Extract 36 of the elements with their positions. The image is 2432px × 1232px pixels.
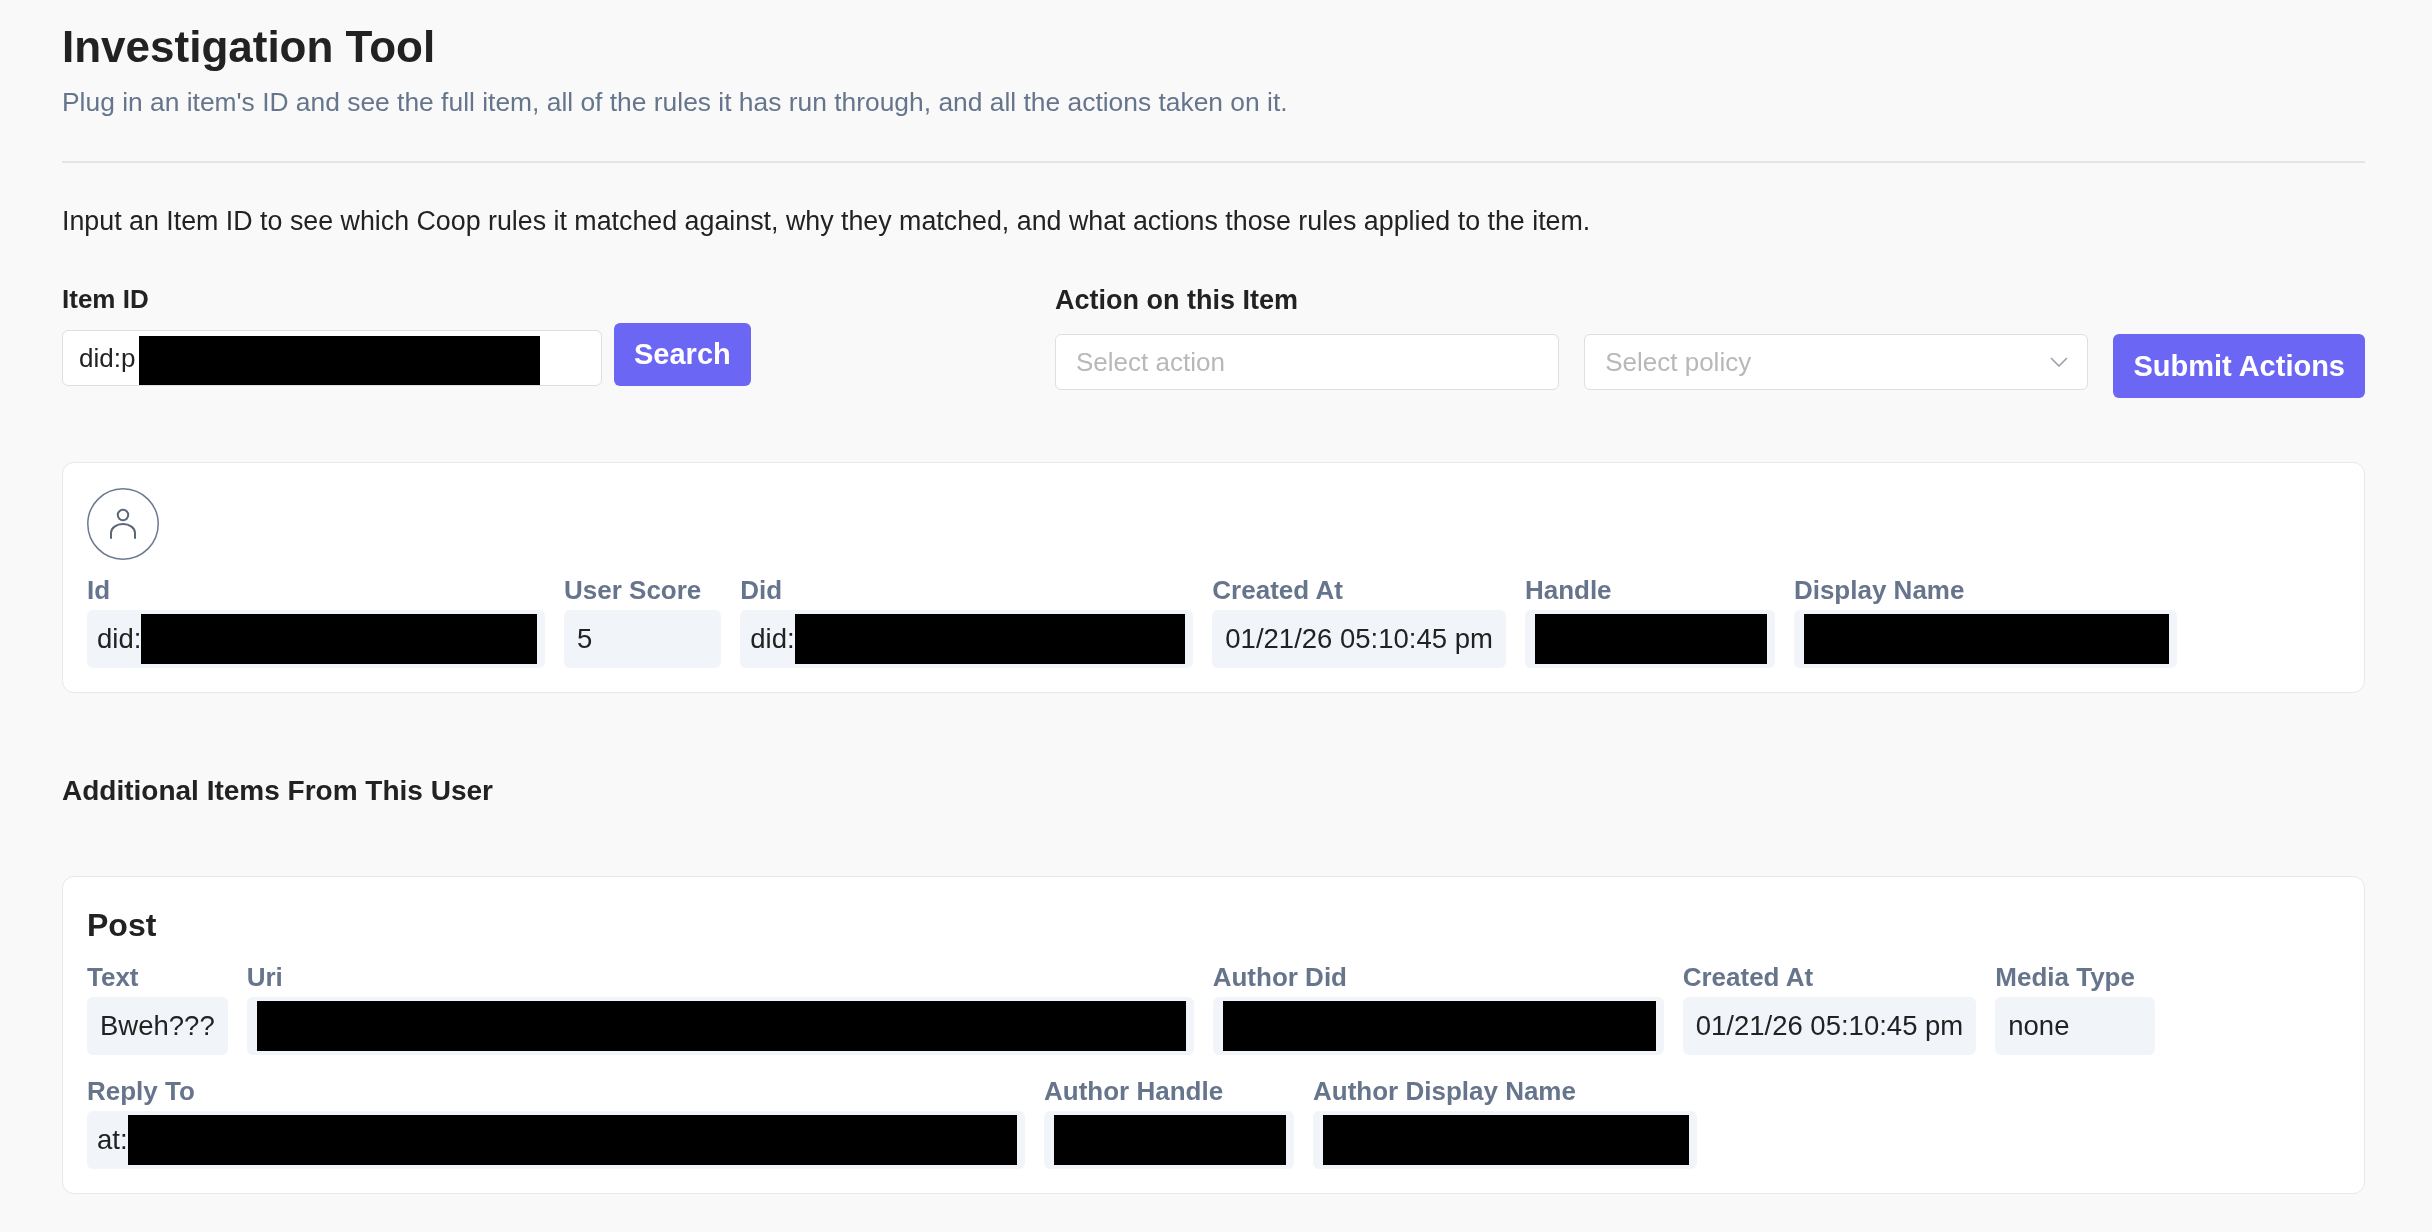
field-value: none <box>2008 1010 2070 1042</box>
chevron-down-icon <box>2050 357 2069 367</box>
field-label: Uri <box>246 962 283 992</box>
page-subtitle: Plug in an item's ID and see the full item, all of the rules it has run through, and all the actions taken on it. <box>62 86 1288 118</box>
field-label: User Score <box>564 575 702 605</box>
field-value: did: <box>97 623 142 655</box>
field-label: Handle <box>1524 575 1612 605</box>
field-value: 01/21/26 05:10:45 pm <box>1225 623 1493 655</box>
field-value: 5 <box>577 623 593 655</box>
page-title: Investigation Tool <box>62 21 436 73</box>
field-label: Media Type <box>1995 962 2135 992</box>
field-label: Id <box>87 575 111 605</box>
field-label: Created At <box>1212 575 1343 605</box>
field-label: Author Display Name <box>1313 1076 1576 1106</box>
submit-actions-button[interactable]: Submit Actions <box>2113 334 2365 398</box>
section-title: Action on this Item <box>1055 284 1298 316</box>
field-label: Created At <box>1682 962 1814 992</box>
field-value: at: <box>97 1124 128 1156</box>
field-value: 01/21/26 05:10:45 pm <box>1695 1010 1964 1042</box>
field-label: Text <box>87 962 139 992</box>
field-label: Author Handle <box>1044 1076 1224 1106</box>
field-label: Did <box>740 575 783 605</box>
field-label: Item ID <box>62 283 149 315</box>
field-value: did: <box>750 623 795 655</box>
avatar-icon <box>87 488 159 560</box>
item-id-field[interactable]: did:p <box>62 330 602 386</box>
field-label: Reply To <box>87 1076 195 1106</box>
search-button[interactable]: Search <box>614 323 751 386</box>
intro-text: Input an Item ID to see which Coop rules it matched against, why they matched, and what actions those rules applied to the item. <box>62 205 1591 237</box>
policy-select[interactable]: Select policy <box>1584 334 2089 390</box>
section-heading: Additional Items From This User <box>62 774 493 808</box>
item-type-title: Post <box>87 906 157 944</box>
field-label: Display Name <box>1793 575 1965 605</box>
field-label: Author Did <box>1212 962 1347 992</box>
field-value: Bweh??? <box>100 1010 215 1042</box>
action-select[interactable]: Select action <box>1055 334 1560 390</box>
